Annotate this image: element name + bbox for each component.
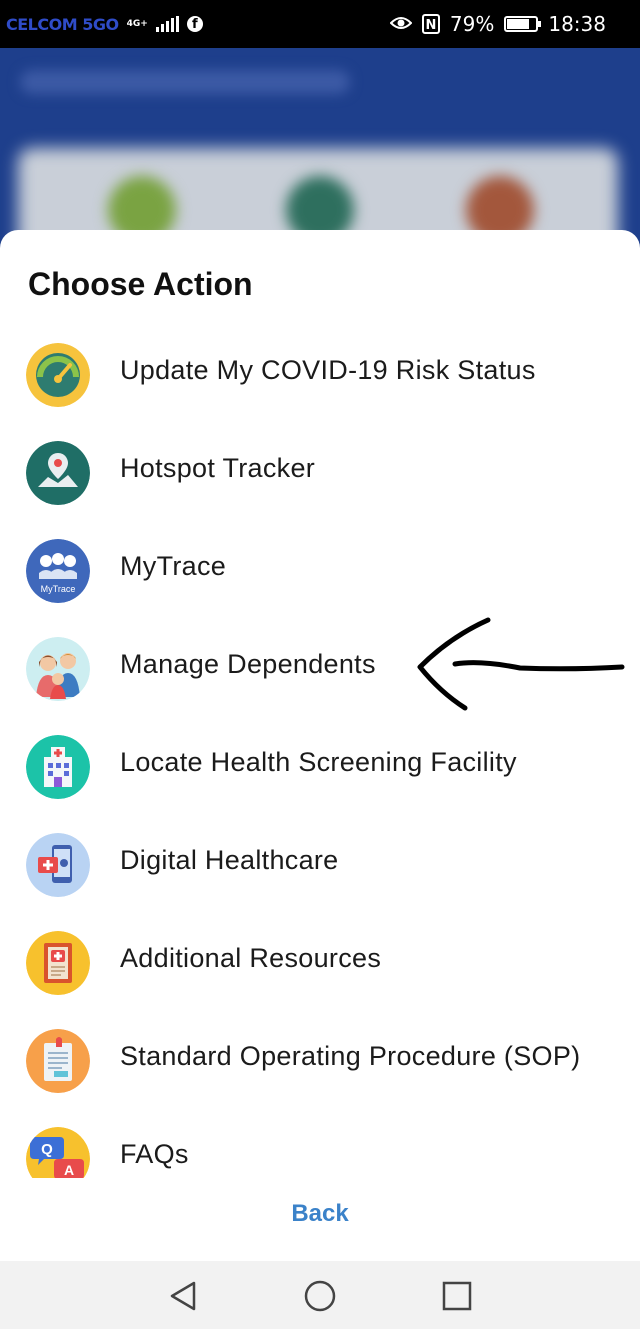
action-label: FAQs — [120, 1139, 189, 1169]
status-left: CELCOM 5GO 4G+ f — [6, 8, 203, 40]
hand-drawn-arrow-icon — [417, 617, 625, 711]
clock: 18:38 — [548, 12, 606, 36]
faq-a-text: A — [64, 1162, 74, 1178]
action-label: Standard Operating Procedure (SOP) — [120, 1041, 581, 1071]
signal-icon — [155, 16, 179, 32]
battery-percent: 79% — [449, 12, 495, 36]
carrier-name: CELCOM 5GO — [6, 14, 119, 34]
action-digital-healthcare[interactable]: Digital Healthcare — [0, 818, 640, 908]
medical-book-icon — [26, 931, 90, 995]
qa-chat-icon: Q A — [26, 1127, 90, 1178]
action-hotspot-tracker[interactable]: Hotspot Tracker — [0, 426, 640, 516]
navigation-bar — [0, 1261, 640, 1329]
family-icon — [26, 637, 90, 701]
background-header — [20, 70, 350, 94]
action-label: Additional Resources — [120, 943, 382, 973]
status-bar: CELCOM 5GO 4G+ f N 79% 18:38 — [0, 0, 640, 48]
back-button[interactable]: Back — [0, 1200, 640, 1228]
action-label: MyTrace — [120, 551, 227, 581]
action-list[interactable]: Update My COVID-19 Risk Status Hotspot T… — [0, 328, 640, 1178]
action-label: Manage Dependents — [120, 649, 376, 679]
action-label: Hotspot Tracker — [120, 453, 316, 483]
mytrace-icon: MyTrace — [26, 539, 90, 603]
nfc-icon: N — [421, 14, 440, 34]
clipboard-icon — [26, 1029, 90, 1093]
risk-gauge-icon — [26, 343, 90, 407]
action-label: Digital Healthcare — [120, 845, 339, 875]
sheet-title: Choose Action — [28, 266, 253, 302]
action-label: Locate Health Screening Facility — [120, 747, 517, 777]
status-right: N 79% 18:38 — [389, 8, 606, 40]
mytrace-icon-text: MyTrace — [41, 584, 76, 594]
action-sheet: Choose Action Update My COVID-19 Risk St… — [0, 230, 640, 1261]
action-additional-resources[interactable]: Additional Resources — [0, 916, 640, 1006]
action-mytrace[interactable]: MyTrace MyTrace — [0, 524, 640, 614]
action-update-risk-status[interactable]: Update My COVID-19 Risk Status — [0, 328, 640, 418]
phone-medical-icon — [26, 833, 90, 897]
home-circle-icon[interactable] — [303, 1279, 337, 1313]
action-sop[interactable]: Standard Operating Procedure (SOP) — [0, 1014, 640, 1104]
hospital-icon — [26, 735, 90, 799]
action-locate-screening-facility[interactable]: Locate Health Screening Facility — [0, 720, 640, 810]
action-faqs[interactable]: Q A FAQs — [0, 1112, 640, 1178]
faq-q-text: Q — [41, 1141, 53, 1158]
eye-icon — [389, 12, 413, 36]
action-label: Update My COVID-19 Risk Status — [120, 355, 536, 385]
back-triangle-icon[interactable] — [166, 1279, 200, 1313]
background-app — [0, 48, 640, 248]
recents-square-icon[interactable] — [440, 1279, 474, 1313]
facebook-icon: f — [186, 16, 203, 32]
battery-icon — [504, 16, 542, 32]
network-type: 4G+ — [126, 18, 148, 29]
map-pin-icon — [26, 441, 90, 505]
